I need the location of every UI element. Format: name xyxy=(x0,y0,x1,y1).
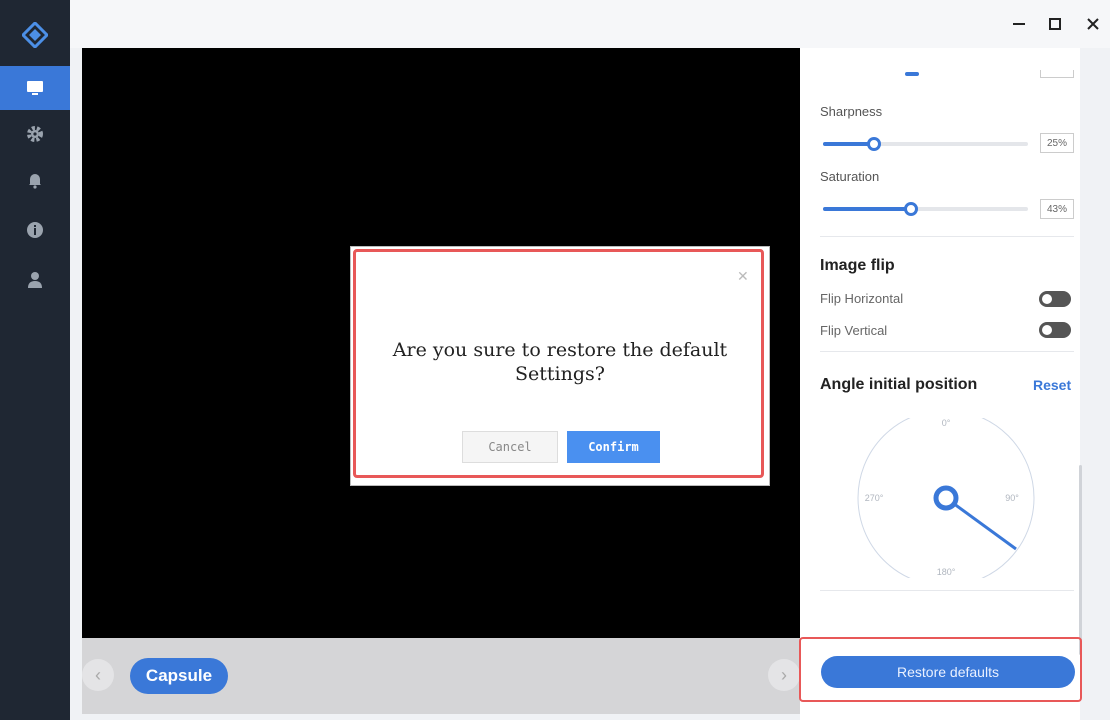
info-icon xyxy=(27,222,43,238)
sidebar-item-info[interactable] xyxy=(0,208,70,252)
chevron-right-icon: › xyxy=(781,664,787,685)
diamond-logo-icon xyxy=(22,22,48,48)
previous-button[interactable]: ‹ xyxy=(82,659,114,691)
sharpness-label: Sharpness xyxy=(820,104,883,119)
flip-horizontal-label: Flip Horizontal xyxy=(820,291,904,306)
slider-value-fragment xyxy=(1040,70,1074,78)
sidebar-item-monitor[interactable] xyxy=(0,66,70,110)
divider xyxy=(820,590,1074,591)
sidebar-item-notifications[interactable] xyxy=(0,158,70,202)
sharpness-slider[interactable] xyxy=(823,137,1028,151)
sidebar xyxy=(0,0,70,720)
close-window-button[interactable] xyxy=(1078,10,1108,38)
minimize-button[interactable] xyxy=(1004,10,1034,38)
maximize-button[interactable] xyxy=(1040,10,1070,38)
dial-tick-top: 0° xyxy=(942,418,951,428)
image-flip-title: Image flip xyxy=(820,257,895,274)
sharpness-value[interactable]: 25% xyxy=(1040,133,1074,153)
slider-fragment xyxy=(905,72,919,76)
dial-tick-right: 90° xyxy=(1005,493,1019,503)
saturation-label: Saturation xyxy=(820,169,880,184)
toggle-knob xyxy=(1042,325,1052,335)
close-icon xyxy=(1087,18,1099,30)
confirm-button[interactable]: Confirm xyxy=(567,431,660,463)
dialog-message: Are you sure to restore the default Sett… xyxy=(392,339,728,385)
dial-center[interactable] xyxy=(933,485,959,511)
capsule-button[interactable]: Capsule xyxy=(130,658,228,694)
cancel-button[interactable]: Cancel xyxy=(462,431,558,463)
saturation-slider[interactable] xyxy=(823,202,1028,216)
sidebar-item-user[interactable] xyxy=(0,258,70,302)
bell-icon xyxy=(29,174,41,189)
angle-title: Angle initial position xyxy=(820,376,978,393)
saturation-value[interactable]: 43% xyxy=(1040,199,1074,219)
next-button[interactable]: › xyxy=(768,659,800,691)
bottom-bar: ‹ Capsule › xyxy=(82,638,800,714)
saturation-slider-fill xyxy=(823,207,912,211)
chevron-left-icon: ‹ xyxy=(95,664,101,685)
toggle-knob xyxy=(1042,294,1052,304)
minimize-icon xyxy=(1013,23,1025,25)
restore-highlight-outline xyxy=(799,637,1082,702)
divider xyxy=(820,351,1074,352)
user-icon xyxy=(28,272,42,288)
flip-vertical-toggle[interactable] xyxy=(1039,322,1071,338)
panel-scrollbar[interactable] xyxy=(1079,465,1082,655)
title-bar xyxy=(70,0,1110,48)
monitor-icon xyxy=(27,81,43,95)
dial-tick-bottom: 180° xyxy=(937,567,956,577)
dial-needle xyxy=(945,496,1017,551)
flip-vertical-label: Flip Vertical xyxy=(820,323,888,338)
flip-horizontal-toggle[interactable] xyxy=(1039,291,1071,307)
gear-icon xyxy=(27,126,43,142)
angle-dial[interactable]: 0° 90° 180° 270° xyxy=(856,418,1036,578)
sidebar-item-settings[interactable] xyxy=(0,112,70,156)
maximize-icon xyxy=(1049,18,1061,30)
divider xyxy=(820,236,1074,237)
reset-angle-link[interactable]: Reset xyxy=(1033,377,1071,393)
dial-tick-left: 270° xyxy=(865,493,884,503)
close-icon[interactable]: ✕ xyxy=(737,268,749,285)
